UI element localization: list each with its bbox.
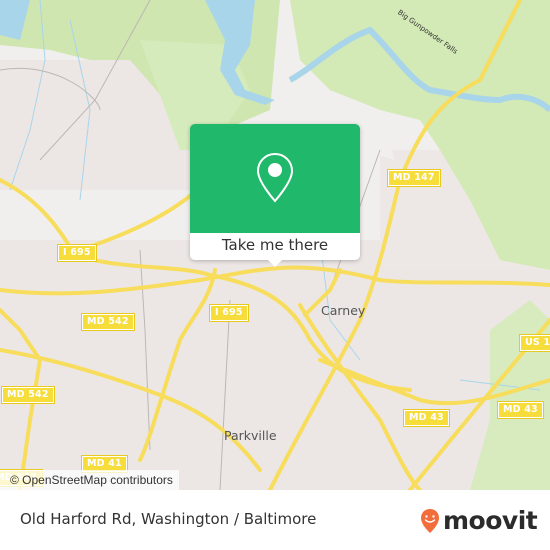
road-shield-i695: I 695 [209, 304, 249, 322]
footer-bar: Old Harford Rd, Washington / Baltimore m… [0, 490, 550, 550]
road-shield-md147: MD 147 [387, 169, 441, 187]
attribution-text: © OpenStreetMap contributors [10, 473, 173, 487]
popup-header [190, 124, 360, 233]
popup-pointer [268, 260, 282, 267]
brand-name: moovit [443, 506, 538, 535]
place-label-parkville: Parkville [224, 428, 277, 443]
road-shield-md542: MD 542 [81, 313, 135, 331]
road-shield-us1: US 1 [518, 334, 550, 352]
place-label-carney: Carney [321, 303, 366, 318]
moovit-pin-icon [421, 508, 439, 533]
road-shield-md542: MD 542 [1, 386, 55, 404]
map-view[interactable]: Big Gunpowder Falls Carney Parkville I 6… [0, 0, 550, 490]
map-attribution[interactable]: © OpenStreetMap contributors [0, 470, 179, 490]
take-me-there-button[interactable]: Take me there [190, 233, 360, 260]
location-title: Old Harford Rd, Washington / Baltimore [20, 510, 317, 528]
moovit-logo[interactable]: moovit [420, 506, 538, 535]
urban-area [0, 240, 550, 490]
road-shield-md43: MD 43 [403, 409, 450, 427]
road-shield-md43: MD 43 [497, 401, 544, 419]
map-pin-icon [256, 152, 294, 203]
road-shield-i695: I 695 [57, 244, 97, 262]
location-popup: Take me there [190, 124, 360, 267]
